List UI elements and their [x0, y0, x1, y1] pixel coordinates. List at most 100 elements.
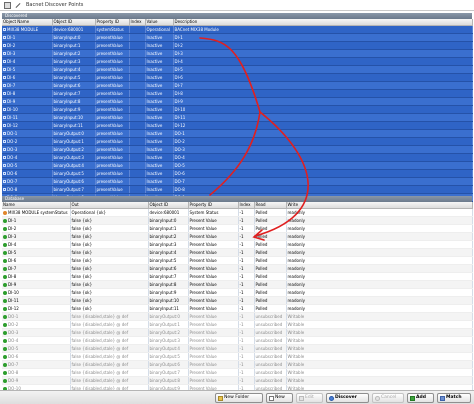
- database-row[interactable]: DO-6 false {disabled,stale} @ def binaryOu…: [2, 352, 473, 361]
- action-toolbar: New Folder New Edit Discover Cancel Add …: [0, 390, 474, 404]
- database-cell: DO-6: [2, 352, 71, 361]
- point-icon: [3, 124, 6, 127]
- discovered-cell: DO-1: [173, 129, 473, 138]
- database-row[interactable]: DI-3 false {ok} binaryInput:2 Present Value…: [2, 232, 473, 241]
- database-row[interactable]: DO-9 false {disabled,stale} @ def binaryOu…: [2, 376, 473, 385]
- cancel-icon: [375, 396, 380, 401]
- discovered-cell: [129, 49, 146, 58]
- database-row[interactable]: DI-6 false {ok} binaryInput:5 Present Value…: [2, 256, 473, 265]
- discovered-row[interactable]: DI-10 binaryInput:9 presentValue Inactive DI…: [2, 105, 473, 114]
- database-row[interactable]: DI-7 false {ok} binaryInput:6 Present Value…: [2, 264, 473, 273]
- database-cell: false {ok}: [70, 240, 149, 249]
- discovered-row[interactable]: DI-4 binaryInput:3 presentValue Inactive DI-…: [2, 57, 473, 66]
- database-cell: -1: [238, 304, 255, 313]
- discovered-row[interactable]: MIX38 MODULE device:680001 systemStatus Ope…: [2, 25, 473, 34]
- discovered-row[interactable]: DO-5 binaryOutput:4 presentValue Inactive DO…: [2, 161, 473, 170]
- discovered-row[interactable]: DI-5 binaryInput:4 presentValue Inactive DI-…: [2, 65, 473, 74]
- status-dot-icon: [3, 290, 7, 295]
- database-row[interactable]: DI-9 false {ok} binaryInput:8 Present Value…: [2, 280, 473, 289]
- database-cell: unsubscribed: [254, 320, 287, 329]
- database-row[interactable]: DO-7 false {disabled,stale} @ def binaryOu…: [2, 360, 473, 369]
- database-row[interactable]: DI-12 false {ok} binaryInput:11 Present Val…: [2, 304, 473, 313]
- discovered-cell: presentValue: [95, 73, 130, 82]
- discovered-row[interactable]: DO-6 binaryOutput:5 presentValue Inactive DO…: [2, 169, 473, 178]
- database-cell: Polled: [254, 232, 287, 241]
- database-row[interactable]: DI-11 false {ok} binaryInput:10 Present Val…: [2, 296, 473, 305]
- database-cell: -1: [238, 248, 255, 257]
- database-row[interactable]: DO-5 false {disabled,stale} @ def binaryOu…: [2, 344, 473, 353]
- add-button[interactable]: Add: [407, 393, 434, 403]
- discovered-row[interactable]: DI-12 binaryInput:11 presentValue Inactive D…: [2, 121, 473, 130]
- database-row[interactable]: MIX38 MODULE systemStatus Operational {ok…: [2, 208, 473, 217]
- discovered-row[interactable]: DI-7 binaryInput:6 presentValue Inactive DI-…: [2, 81, 473, 90]
- discovered-cell: Inactive: [145, 89, 174, 98]
- database-row[interactable]: DI-5 false {ok} binaryInput:4 Present Value…: [2, 248, 473, 257]
- database-cell: Writable: [286, 368, 473, 377]
- database-point-name: DI-7: [8, 265, 17, 271]
- database-row[interactable]: DI-8 false {ok} binaryInput:7 Present Value…: [2, 272, 473, 281]
- discovered-row[interactable]: DI-1 binaryInput:0 presentValue Inactive DI-…: [2, 33, 473, 42]
- database-cell: Polled: [254, 296, 287, 305]
- database-cell: readonly: [286, 288, 473, 297]
- database-point-name: DI-12: [8, 305, 19, 311]
- discover-button[interactable]: Discover: [326, 393, 369, 403]
- database-row[interactable]: DO-3 false {disabled,stale} @ def binaryOu…: [2, 328, 473, 337]
- database-point-name: DI-10: [8, 289, 19, 295]
- discovered-cell: presentValue: [95, 81, 130, 90]
- database-point-name: DI-5: [8, 249, 17, 255]
- database-row[interactable]: DO-4 false {disabled,stale} @ def binaryOu…: [2, 336, 473, 345]
- cancel-button[interactable]: Cancel: [372, 393, 404, 403]
- database-point-name: DO-4: [8, 337, 19, 343]
- status-dot-icon: [3, 346, 7, 351]
- database-row[interactable]: DO-8 false {disabled,stale} @ def binaryOu…: [2, 368, 473, 377]
- discovered-cell: DI-5: [173, 65, 473, 74]
- database-row[interactable]: DI-2 false {ok} binaryInput:1 Present Value…: [2, 224, 473, 233]
- database-point-name: DI-2: [8, 225, 17, 231]
- discovered-cell: Inactive: [145, 73, 174, 82]
- point-icon: [3, 92, 6, 95]
- discovered-object-name: DO-8: [7, 186, 18, 192]
- discovered-object-name: DO-3: [7, 146, 18, 152]
- discovered-cell: DI-11: [173, 113, 473, 122]
- status-dot-icon: [3, 314, 7, 319]
- database-row[interactable]: DO-1 false {disabled,stale} @ def binaryOu…: [2, 312, 473, 321]
- discovered-row[interactable]: DO-1 binaryOutput:0 presentValue Inactive DO…: [2, 129, 473, 138]
- new-button[interactable]: New: [266, 393, 293, 403]
- discovered-object-name: DO-7: [7, 178, 18, 184]
- discovered-row[interactable]: DO-8 binaryOutput:7 presentValue Inactive DO…: [2, 185, 473, 194]
- database-cell: -1: [238, 360, 255, 369]
- edit-button[interactable]: Edit: [296, 393, 323, 403]
- discovered-row[interactable]: DI-11 binaryInput:10 presentValue Inactive D…: [2, 113, 473, 122]
- database-cell: Present Value: [188, 256, 239, 265]
- database-cell: Present Value: [188, 360, 239, 369]
- database-cell: binaryInput:10: [148, 296, 189, 305]
- discovered-row[interactable]: DI-6 binaryInput:5 presentValue Inactive DI-…: [2, 73, 473, 82]
- database-cell: Writable: [286, 376, 473, 385]
- discovered-row[interactable]: DI-8 binaryInput:7 presentValue Inactive DI-…: [2, 89, 473, 98]
- discovered-row[interactable]: DO-7 binaryOutput:6 presentValue Inactive DO…: [2, 177, 473, 186]
- discovered-row[interactable]: DO-4 binaryOutput:3 presentValue Inactive DO…: [2, 153, 473, 162]
- match-button[interactable]: Match: [437, 393, 471, 403]
- discovered-cell: presentValue: [95, 121, 130, 130]
- new-folder-button[interactable]: New Folder: [215, 393, 263, 403]
- discovered-row[interactable]: DI-2 binaryInput:1 presentValue Inactive DI-…: [2, 41, 473, 50]
- database-cell: unsubscribed: [254, 312, 287, 321]
- database-row[interactable]: DI-10 false {ok} binaryInput:9 Present Valu…: [2, 288, 473, 297]
- database-row[interactable]: DO-2 false {disabled,stale} @ def binaryOu…: [2, 320, 473, 329]
- database-cell: binaryInput:1: [148, 224, 189, 233]
- database-cell: DO-5: [2, 344, 71, 353]
- discovered-row[interactable]: DI-3 binaryInput:2 presentValue Inactive DI-…: [2, 49, 473, 58]
- status-dot-icon: [3, 338, 7, 343]
- database-row[interactable]: DI-1 false {ok} binaryInput:0 Present Value…: [2, 216, 473, 225]
- discovered-cell: binaryInput:1: [52, 41, 96, 50]
- database-cell: DI-9: [2, 280, 71, 289]
- discovered-cell: [129, 73, 146, 82]
- database-row[interactable]: DI-4 false {ok} binaryInput:3 Present Value…: [2, 240, 473, 249]
- discovered-row[interactable]: DO-3 binaryOutput:2 presentValue Inactive DO…: [2, 145, 473, 154]
- discovered-cell: binaryInput:8: [52, 97, 96, 106]
- database-cell: Polled: [254, 280, 287, 289]
- database-cell: Present Value: [188, 216, 239, 225]
- discovered-row[interactable]: DI-9 binaryInput:8 presentValue Inactive DI-…: [2, 97, 473, 106]
- discovered-row[interactable]: DO-2 binaryOutput:1 presentValue Inactive DO…: [2, 137, 473, 146]
- discovered-cell: presentValue: [95, 57, 130, 66]
